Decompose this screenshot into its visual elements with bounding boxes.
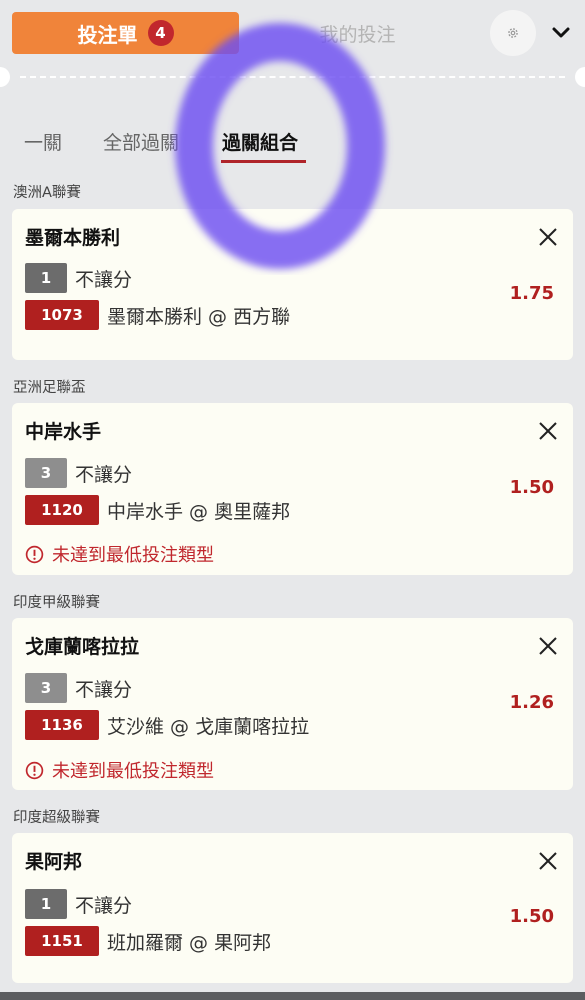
match-row: 1073 墨爾本勝利 @ 西方聯 — [25, 300, 290, 330]
bet-card: 中岸水手 3 不讓分 1120 中岸水手 @ 奧里薩邦 1.50 未達到最低投注… — [12, 403, 573, 575]
bet-count-badge: 4 — [147, 20, 174, 46]
bottom-bar — [0, 992, 585, 1000]
odds-value: 1.26 — [509, 692, 554, 713]
alert-icon — [25, 545, 44, 563]
match-name: 班加羅爾 @ 果阿邦 — [107, 931, 272, 954]
close-icon[interactable] — [537, 850, 559, 872]
market-row: 3 不讓分 — [25, 458, 132, 488]
settings-button[interactable] — [490, 10, 536, 56]
tab-combination[interactable]: 過關組合 — [222, 128, 298, 155]
league-name: 印度甲級聯賽 — [13, 595, 100, 611]
active-tab-indicator — [221, 160, 306, 163]
warning-text: 未達到最低投注類型 — [52, 545, 214, 566]
market-type: 不讓分 — [75, 463, 133, 486]
tab-single[interactable]: 一關 — [24, 128, 62, 155]
close-icon[interactable] — [537, 226, 559, 248]
tab-all-up[interactable]: 全部過關 — [103, 128, 179, 155]
bet-card: 果阿邦 1 不讓分 1151 班加羅爾 @ 果阿邦 1.50 — [12, 833, 573, 983]
league-name: 亞洲足聯盃 — [13, 380, 86, 396]
match-name: 中岸水手 @ 奧里薩邦 — [107, 500, 291, 523]
close-icon[interactable] — [537, 635, 559, 657]
market-row: 3 不讓分 — [25, 673, 132, 703]
league-name: 澳洲A聯賽 — [13, 185, 81, 201]
market-row: 1 不讓分 — [25, 889, 132, 919]
match-number-badge: 1151 — [25, 926, 99, 956]
market-type: 不讓分 — [75, 894, 133, 917]
tab-betslip-label: 投注單 — [77, 22, 138, 47]
warning-message: 未達到最低投注類型 — [25, 541, 214, 567]
market-type: 不讓分 — [75, 678, 133, 701]
tab-betslip[interactable]: 投注單 4 — [12, 12, 239, 54]
match-row: 1136 艾沙維 @ 戈庫蘭喀拉拉 — [25, 710, 309, 740]
selection-team: 果阿邦 — [25, 851, 83, 873]
chevron-down-icon[interactable] — [548, 22, 574, 44]
match-row: 1151 班加羅爾 @ 果阿邦 — [25, 926, 271, 956]
bet-card: 戈庫蘭喀拉拉 3 不讓分 1136 艾沙維 @ 戈庫蘭喀拉拉 1.26 未達到最… — [12, 618, 573, 790]
league-name: 印度超級聯賽 — [13, 810, 100, 826]
odds-value: 1.50 — [509, 906, 554, 927]
match-number-badge: 1120 — [25, 495, 99, 525]
selection-team: 戈庫蘭喀拉拉 — [25, 636, 140, 658]
odds-value: 1.50 — [509, 477, 554, 498]
match-name: 艾沙維 @ 戈庫蘭喀拉拉 — [107, 715, 310, 738]
tab-my-bets[interactable]: 我的投注 — [300, 20, 415, 47]
selection-number-badge: 1 — [25, 263, 67, 293]
match-name: 墨爾本勝利 @ 西方聯 — [107, 305, 291, 328]
warning-text: 未達到最低投注類型 — [52, 761, 214, 782]
alert-icon — [25, 761, 44, 779]
selection-number-badge: 1 — [25, 889, 67, 919]
bet-type-tabs: 一關 全部過關 過關組合 — [0, 124, 585, 164]
warning-message: 未達到最低投注類型 — [25, 757, 214, 783]
close-icon[interactable] — [537, 420, 559, 442]
odds-value: 1.75 — [509, 283, 554, 304]
match-row: 1120 中岸水手 @ 奧里薩邦 — [25, 495, 290, 525]
ticket-perforation — [0, 66, 585, 88]
match-number-badge: 1136 — [25, 710, 99, 740]
selection-team: 中岸水手 — [25, 421, 102, 443]
market-row: 1 不讓分 — [25, 263, 132, 293]
selection-number-badge: 3 — [25, 673, 67, 703]
market-type: 不讓分 — [75, 268, 133, 291]
betslip-header: 投注單 4 我的投注 — [0, 0, 585, 66]
match-number-badge: 1073 — [25, 300, 99, 330]
selection-team: 墨爾本勝利 — [25, 227, 121, 249]
selection-number-badge: 3 — [25, 458, 67, 488]
bet-card: 墨爾本勝利 1 不讓分 1073 墨爾本勝利 @ 西方聯 1.75 — [12, 209, 573, 360]
gear-icon — [508, 28, 518, 38]
